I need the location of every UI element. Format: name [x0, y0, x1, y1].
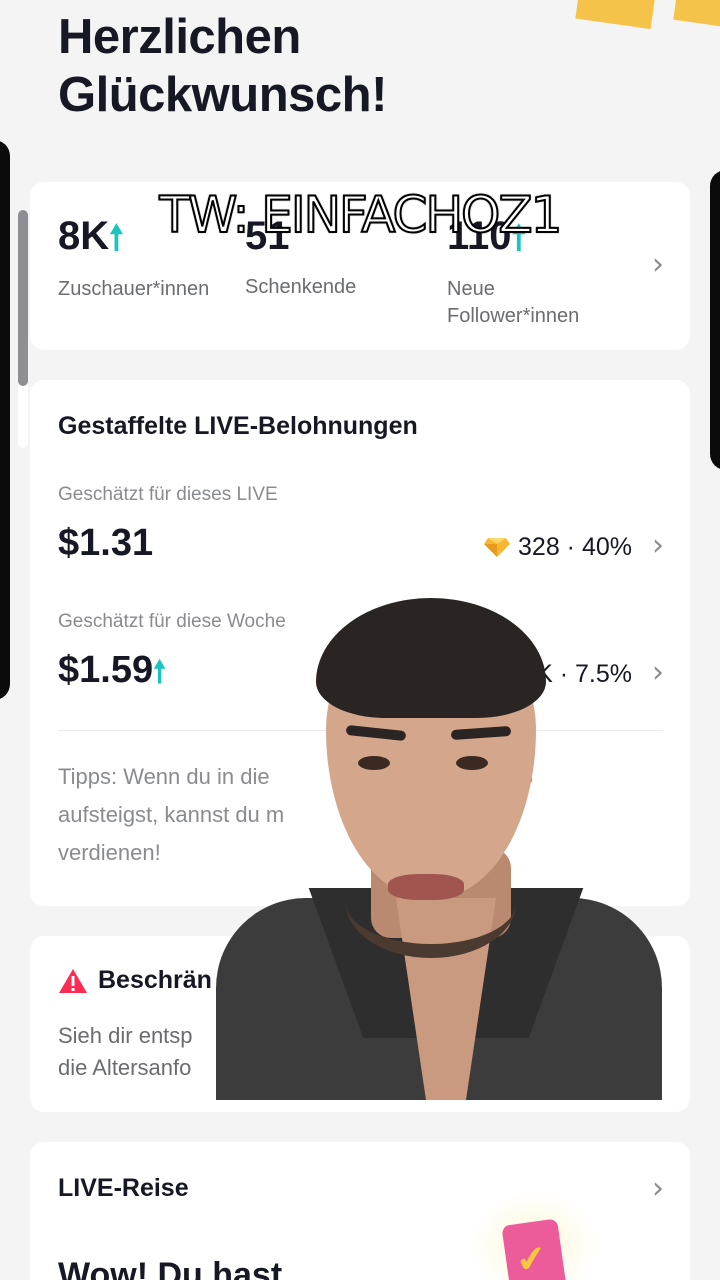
beard	[346, 848, 516, 958]
chevron-right-icon[interactable]: ›	[652, 250, 664, 280]
journey-title: LIVE-Reise	[58, 1174, 189, 1202]
achievement-badge-icon: ✔	[501, 1218, 567, 1280]
eye	[456, 756, 488, 770]
mouth	[388, 874, 464, 900]
warning-icon	[59, 968, 87, 993]
page-title: Herzlichen Glückwunsch!	[58, 10, 387, 122]
chevron-right-icon[interactable]: ›	[652, 531, 664, 561]
chevron-right-icon[interactable]: ›	[652, 1174, 664, 1204]
diamond-icon	[484, 538, 511, 557]
restriction-title: Beschrän	[58, 966, 212, 995]
trend-up-icon: 🠕	[153, 656, 166, 689]
live-estimate-amount: $1.31	[58, 522, 154, 564]
week-estimate-amount: $1.59🠕	[58, 649, 166, 691]
live-estimate-label: Geschätzt für dieses LIVE	[58, 484, 278, 505]
eye	[358, 756, 390, 770]
watermark-text: TW: EINFACHOZ1	[159, 185, 564, 245]
live-diamond-metric[interactable]: 328 · 40%	[484, 533, 632, 562]
creator-video-overlay	[216, 598, 662, 1100]
rewards-title: Gestaffelte LIVE-Belohnungen	[58, 412, 418, 440]
journey-heading: Wow! Du hast	[58, 1256, 283, 1280]
hair	[316, 598, 546, 718]
confetti-decoration	[673, 0, 720, 28]
